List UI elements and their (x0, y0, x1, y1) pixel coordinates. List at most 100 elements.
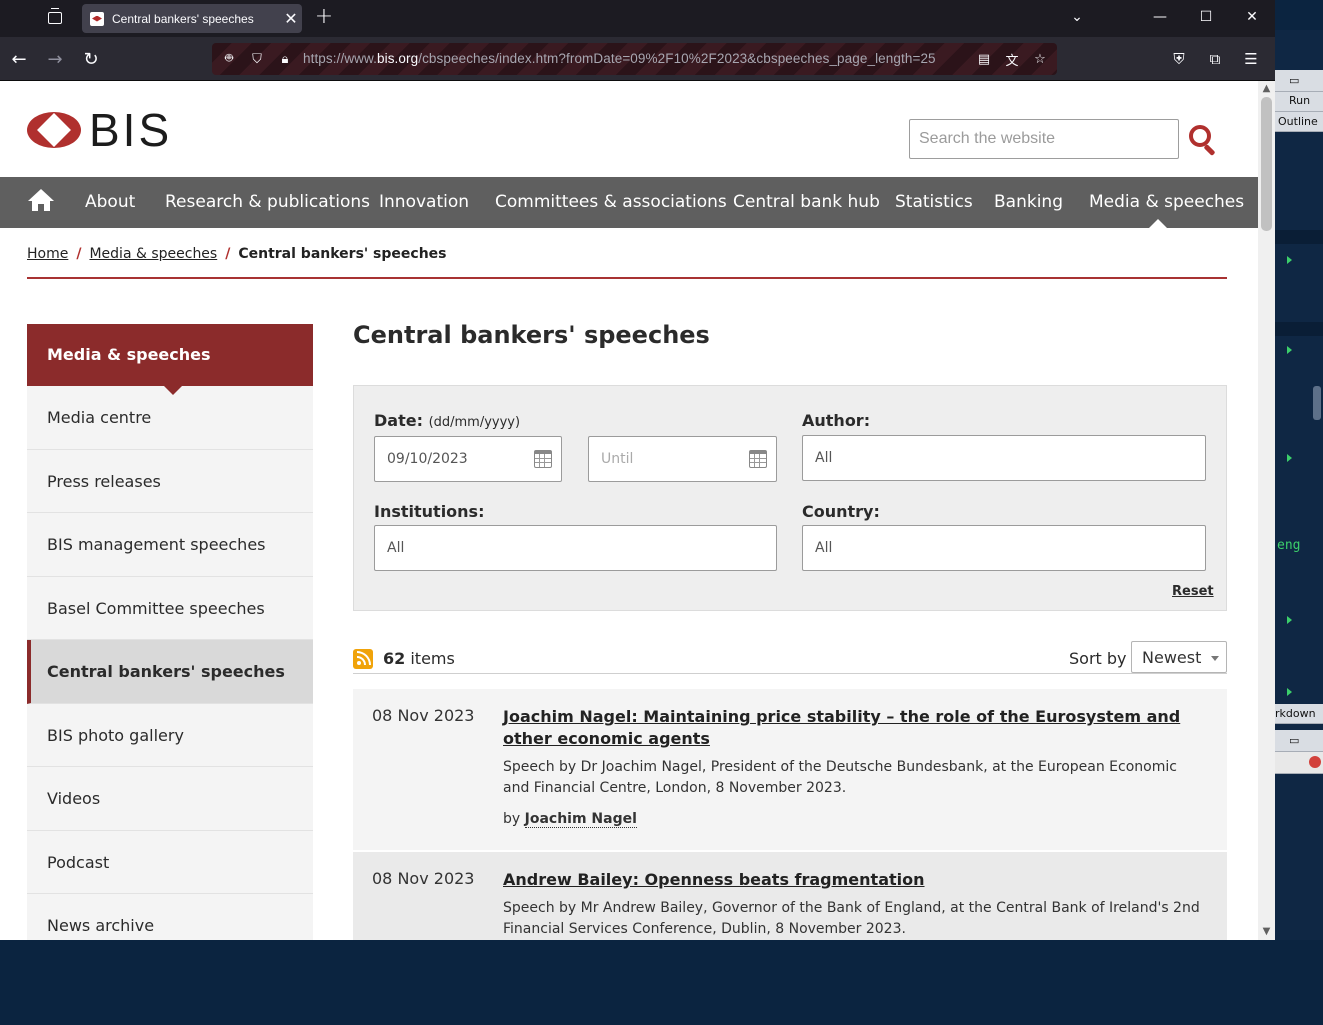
ide-scrollbar[interactable] (1313, 386, 1321, 420)
date-label: Date: (dd/mm/yyyy) (374, 411, 520, 430)
bookmark-star-icon[interactable]: ☆ (1031, 50, 1049, 68)
url-host: bis.org (376, 51, 419, 66)
nav-item-banking[interactable]: Banking (994, 192, 1063, 212)
fold-arrow-icon[interactable] (1287, 256, 1292, 264)
ide-minimize-icon[interactable]: ▭ (1289, 734, 1299, 747)
sidebar-item-videos[interactable]: Videos (27, 767, 313, 831)
nav-item-media-speeches[interactable]: Media & speeches (1089, 192, 1244, 212)
extensions-icon[interactable]: ⧉ (1205, 49, 1225, 69)
firefox-view-icon (48, 8, 62, 24)
sidebar-item-media-centre[interactable]: Media centre (27, 386, 313, 450)
scrollbar-thumb[interactable] (1261, 97, 1272, 231)
sidebar-item-bis-photo-gallery[interactable]: BIS photo gallery (27, 703, 313, 767)
list-item: 08 Nov 2023 Andrew Bailey: Openness beat… (353, 852, 1227, 940)
minimize-icon[interactable]: — (1137, 0, 1183, 34)
nav-item-statistics[interactable]: Statistics (895, 192, 973, 212)
ide-markdown-bar: rkdown (1275, 704, 1323, 724)
sidebar-item-bis-management-speeches[interactable]: BIS management speeches (27, 513, 313, 577)
sidebar-item-central-bankers-speeches[interactable]: Central bankers' speeches (27, 640, 313, 704)
nav-item-central-bank-hub[interactable]: Central bank hub (733, 192, 880, 212)
author-link[interactable]: Joachim Nagel (524, 811, 637, 828)
nav-item-committees-associations[interactable]: Committees & associations (495, 192, 727, 212)
reload-icon[interactable]: ↻ (77, 45, 105, 73)
nav-item-research-publications[interactable]: Research & publications (165, 192, 370, 212)
date-label-text: Date: (374, 411, 423, 430)
country-select[interactable]: All (802, 525, 1206, 571)
reader-view-icon[interactable]: ▤ (975, 50, 993, 68)
date-format-hint: (dd/mm/yyyy) (428, 415, 521, 430)
country-label: Country: (802, 502, 880, 521)
until-date-placeholder: Until (601, 451, 634, 467)
breadcrumb-media-speeches[interactable]: Media & speeches (89, 246, 217, 262)
from-date-value: 09/10/2023 (387, 451, 468, 467)
sort-value: Newest (1142, 648, 1202, 667)
result-title-link[interactable]: Joachim Nagel: Maintaining price stabili… (503, 706, 1208, 750)
active-tab[interactable]: Central bankers' speeches ✕ (82, 4, 302, 33)
breadcrumb-current: Central bankers' speeches (238, 246, 447, 262)
scroll-up-icon[interactable]: ▲ (1261, 83, 1272, 95)
translate-icon[interactable]: 文 (1003, 50, 1021, 69)
reset-link[interactable]: Reset (1172, 584, 1214, 599)
bis-logo[interactable]: BIS (27, 107, 172, 153)
background-ide-window: ▭ Run Outline eng rkdown ▭ (1275, 30, 1323, 940)
nav-toolbar: ← → ↻ 🤖︎ ⛉ 🔒︎ https://www.bis.org/cbspee… (0, 37, 1275, 81)
url-text[interactable]: https://www.bis.org/cbspeeches/index.htm… (303, 51, 936, 66)
page-viewport: BIS About Research & publications Innova… (0, 81, 1258, 940)
ide-outline-bar: Outline (1275, 112, 1323, 132)
fold-arrow-icon[interactable] (1287, 688, 1292, 696)
author-select[interactable]: All (802, 435, 1206, 481)
institutions-select[interactable]: All (374, 525, 777, 571)
results-toolbar: 62 items Sort by Newest (353, 640, 1227, 674)
sidebar: Media & speeches Media centre Press rele… (27, 324, 313, 940)
list-all-tabs-icon[interactable]: ⌄ (1054, 0, 1100, 34)
bis-logo-icon (27, 112, 81, 148)
results-count: 62 items (383, 649, 455, 668)
sidebar-item-podcast[interactable]: Podcast (27, 830, 313, 894)
sidebar-item-basel-committee-speeches[interactable]: Basel Committee speeches (27, 576, 313, 640)
forward-icon[interactable]: → (41, 45, 69, 73)
sort-select[interactable]: Newest (1131, 641, 1227, 673)
menu-icon[interactable]: ☰ (1241, 49, 1261, 69)
breadcrumb-home[interactable]: Home (27, 246, 68, 262)
remote-control-icon[interactable]: 🤖︎ (220, 50, 238, 68)
sidebar-item-press-releases[interactable]: Press releases (27, 449, 313, 513)
nav-item-innovation[interactable]: Innovation (379, 192, 469, 212)
site-search-input[interactable] (909, 119, 1179, 159)
calendar-icon[interactable] (534, 450, 552, 468)
maximize-icon[interactable]: ☐ (1183, 0, 1229, 34)
home-icon[interactable] (28, 189, 54, 213)
close-window-icon[interactable]: ✕ (1229, 0, 1275, 34)
stop-icon[interactable] (1309, 756, 1321, 768)
shield-icon[interactable]: ⛉ (248, 50, 266, 68)
sidebar-heading[interactable]: Media & speeches (27, 324, 313, 395)
rss-icon[interactable] (353, 649, 373, 669)
nav-item-about[interactable]: About (85, 192, 135, 212)
institutions-value: All (387, 540, 405, 556)
firefox-view-button[interactable] (42, 6, 68, 30)
run-label[interactable]: Run (1289, 94, 1310, 107)
scroll-down-icon[interactable]: ▼ (1261, 926, 1272, 938)
from-date-input[interactable]: 09/10/2023 (374, 436, 562, 482)
institutions-label: Institutions: (374, 502, 485, 521)
ide-line-band (1275, 322, 1323, 336)
tab-close-icon[interactable]: ✕ (280, 9, 302, 28)
url-bar[interactable]: 🤖︎ ⛉ 🔒︎ https://www.bis.org/cbspeeches/i… (212, 43, 1057, 75)
page-scrollbar[interactable]: ▲ ▼ (1258, 81, 1275, 940)
fold-arrow-icon[interactable] (1287, 616, 1292, 624)
fold-arrow-icon[interactable] (1287, 454, 1292, 462)
calendar-icon[interactable] (749, 450, 767, 468)
markdown-label[interactable]: rkdown (1275, 707, 1316, 720)
outline-label[interactable]: Outline (1278, 115, 1318, 128)
sidebar-item-news-archive[interactable]: News archive (27, 894, 313, 940)
lock-icon[interactable]: 🔒︎ (276, 50, 294, 68)
result-title-link[interactable]: Andrew Bailey: Openness beats fragmentat… (503, 869, 1208, 891)
fold-arrow-icon[interactable] (1287, 346, 1292, 354)
back-icon[interactable]: ← (5, 45, 33, 73)
new-tab-icon[interactable]: + (312, 6, 336, 30)
until-date-input[interactable]: Until (588, 436, 777, 482)
search-icon[interactable] (1186, 122, 1220, 157)
ide-minimize-icon[interactable]: ▭ (1289, 74, 1299, 87)
url-path: /cbspeeches/index.htm?fromDate=09%2F10%2… (418, 51, 936, 66)
author-value: All (815, 450, 833, 466)
pocket-icon[interactable]: ⛨ (1169, 49, 1189, 69)
